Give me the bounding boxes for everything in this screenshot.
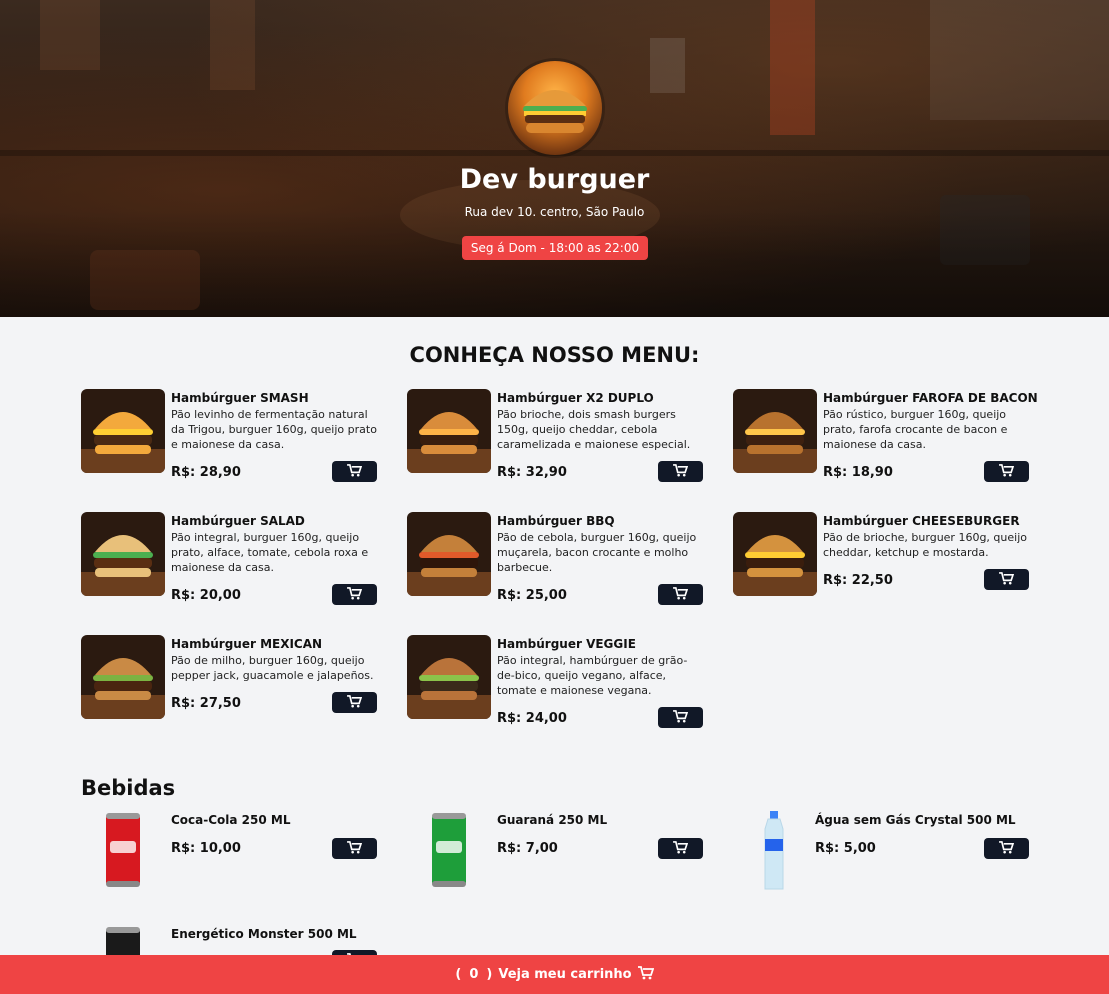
menu-item-description: Pão de milho, burguer 160g, queijo peppe… (171, 654, 374, 682)
drink-name: Energético Monster 500 ML (171, 927, 357, 941)
drink-item-card: Coca-Cola 250 ML R$: 10,00 (81, 811, 377, 891)
drink-price: R$: 5,00 (815, 841, 876, 856)
hero-banner: Dev burguer Rua dev 10. centro, São Paul… (0, 0, 1109, 317)
menu-item-price: R$: 27,50 (171, 696, 241, 711)
cart-count-open: ( (455, 967, 462, 982)
menu-item-name: Hambúrguer VEGGIE (497, 637, 636, 651)
cart-icon (999, 570, 1015, 589)
add-to-cart-button[interactable] (658, 838, 703, 859)
menu-item-card: Hambúrguer X2 DUPLO Pão brioche, dois sma… (407, 389, 703, 485)
burger-image (407, 389, 491, 473)
restaurant-address: Rua dev 10. centro, São Paulo (464, 205, 645, 219)
drink-name: Guaraná 250 ML (497, 813, 608, 827)
water-bottle-image (759, 811, 789, 895)
menu-item-card: Hambúrguer SALAD Pão integral, burguer 16… (81, 512, 377, 608)
add-to-cart-button[interactable] (332, 461, 377, 482)
menu-item-name: Hambúrguer X2 DUPLO (497, 391, 654, 405)
menu-item-description: Pão integral, hambúrguer de grão-de-bico… (497, 654, 688, 697)
drinks-title: Bebidas (81, 776, 176, 800)
cart-icon (999, 462, 1015, 481)
burger-image (81, 512, 165, 596)
cart-icon (347, 693, 363, 712)
view-cart-button[interactable]: ( 0 ) Veja meu carrinho (0, 955, 1109, 994)
menu-title: CONHEÇA NOSSO MENU: (409, 343, 700, 367)
menu-item-card: Hambúrguer MEXICAN Pão de milho, burguer … (81, 635, 377, 731)
menu-item-price: R$: 22,50 (823, 573, 893, 588)
menu-item-description: Pão levinho de fermentação natural da Tr… (171, 408, 377, 451)
menu-item-name: Hambúrguer FAROFA DE BACON (823, 391, 1038, 405)
menu-item-description: Pão de brioche, burguer 160g, queijo che… (823, 531, 1027, 559)
burger-image (733, 389, 817, 473)
cart-icon (347, 585, 363, 604)
cart-count-close: ) (486, 967, 493, 982)
menu-item-name: Hambúrguer CHEESEBURGER (823, 514, 1020, 528)
menu-item-price: R$: 24,00 (497, 711, 567, 726)
menu-item-name: Hambúrguer SALAD (171, 514, 305, 528)
drink-item-card: Guaraná 250 ML R$: 7,00 (407, 811, 703, 891)
add-to-cart-button[interactable] (984, 569, 1029, 590)
logo (508, 61, 602, 155)
menu-item-description: Pão rústico, burguer 160g, queijo prato,… (823, 408, 1008, 451)
menu-item-card: Hambúrguer BBQ Pão de cebola, burguer 160… (407, 512, 703, 608)
burger-image (733, 512, 817, 596)
drink-price: R$: 10,00 (171, 841, 241, 856)
cart-count: 0 (469, 967, 479, 982)
menu-item-card: Hambúrguer FAROFA DE BACON Pão rústico, b… (733, 389, 1038, 485)
menu-item-name: Hambúrguer SMASH (171, 391, 309, 405)
menu-item-price: R$: 28,90 (171, 465, 241, 480)
menu-item-description: Pão brioche, dois smash burgers 150g, qu… (497, 408, 691, 451)
menu-item-name: Hambúrguer BBQ (497, 514, 615, 528)
drink-name: Coca-Cola 250 ML (171, 813, 291, 827)
cart-icon (347, 462, 363, 481)
add-to-cart-button[interactable] (658, 707, 703, 728)
menu-item-description: Pão de cebola, burguer 160g, queijo muça… (497, 531, 697, 574)
cart-icon (347, 839, 363, 858)
burger-image (81, 389, 165, 473)
drink-can-image (104, 811, 142, 893)
add-to-cart-button[interactable] (332, 584, 377, 605)
drink-item-card: Água sem Gás Crystal 500 ML R$: 5,00 (733, 811, 1029, 891)
menu-item-card: Hambúrguer VEGGIE Pão integral, hambúrgue… (407, 635, 703, 731)
cart-icon (673, 462, 689, 481)
menu-item-price: R$: 32,90 (497, 465, 567, 480)
opening-hours-badge: Seg á Dom - 18:00 as 22:00 (462, 236, 648, 260)
menu-item-price: R$: 20,00 (171, 588, 241, 603)
menu-item-card: Hambúrguer CHEESEBURGER Pão de brioche, b… (733, 512, 1029, 608)
add-to-cart-button[interactable] (984, 461, 1029, 482)
burger-image (407, 635, 491, 719)
cart-icon (999, 839, 1015, 858)
menu-item-price: R$: 25,00 (497, 588, 567, 603)
drink-name: Água sem Gás Crystal 500 ML (815, 813, 1016, 827)
burger-image (407, 512, 491, 596)
menu-item-name: Hambúrguer MEXICAN (171, 637, 323, 651)
drink-price: R$: 7,00 (497, 841, 558, 856)
add-to-cart-button[interactable] (332, 838, 377, 859)
add-to-cart-button[interactable] (984, 838, 1029, 859)
menu-item-price: R$: 18,90 (823, 465, 893, 480)
add-to-cart-button[interactable] (332, 692, 377, 713)
view-cart-label: Veja meu carrinho (498, 967, 632, 982)
cart-icon (637, 965, 654, 984)
cart-icon (673, 708, 689, 727)
add-to-cart-button[interactable] (658, 461, 703, 482)
menu-item-card: Hambúrguer SMASH Pão levinho de fermentaç… (81, 389, 377, 485)
add-to-cart-button[interactable] (658, 584, 703, 605)
burger-image (81, 635, 165, 719)
restaurant-name: Dev burguer (459, 164, 650, 195)
cart-icon (673, 585, 689, 604)
drink-can-image (430, 811, 468, 893)
menu-item-description: Pão integral, burguer 160g, queijo prato… (171, 531, 369, 574)
cart-icon (673, 839, 689, 858)
